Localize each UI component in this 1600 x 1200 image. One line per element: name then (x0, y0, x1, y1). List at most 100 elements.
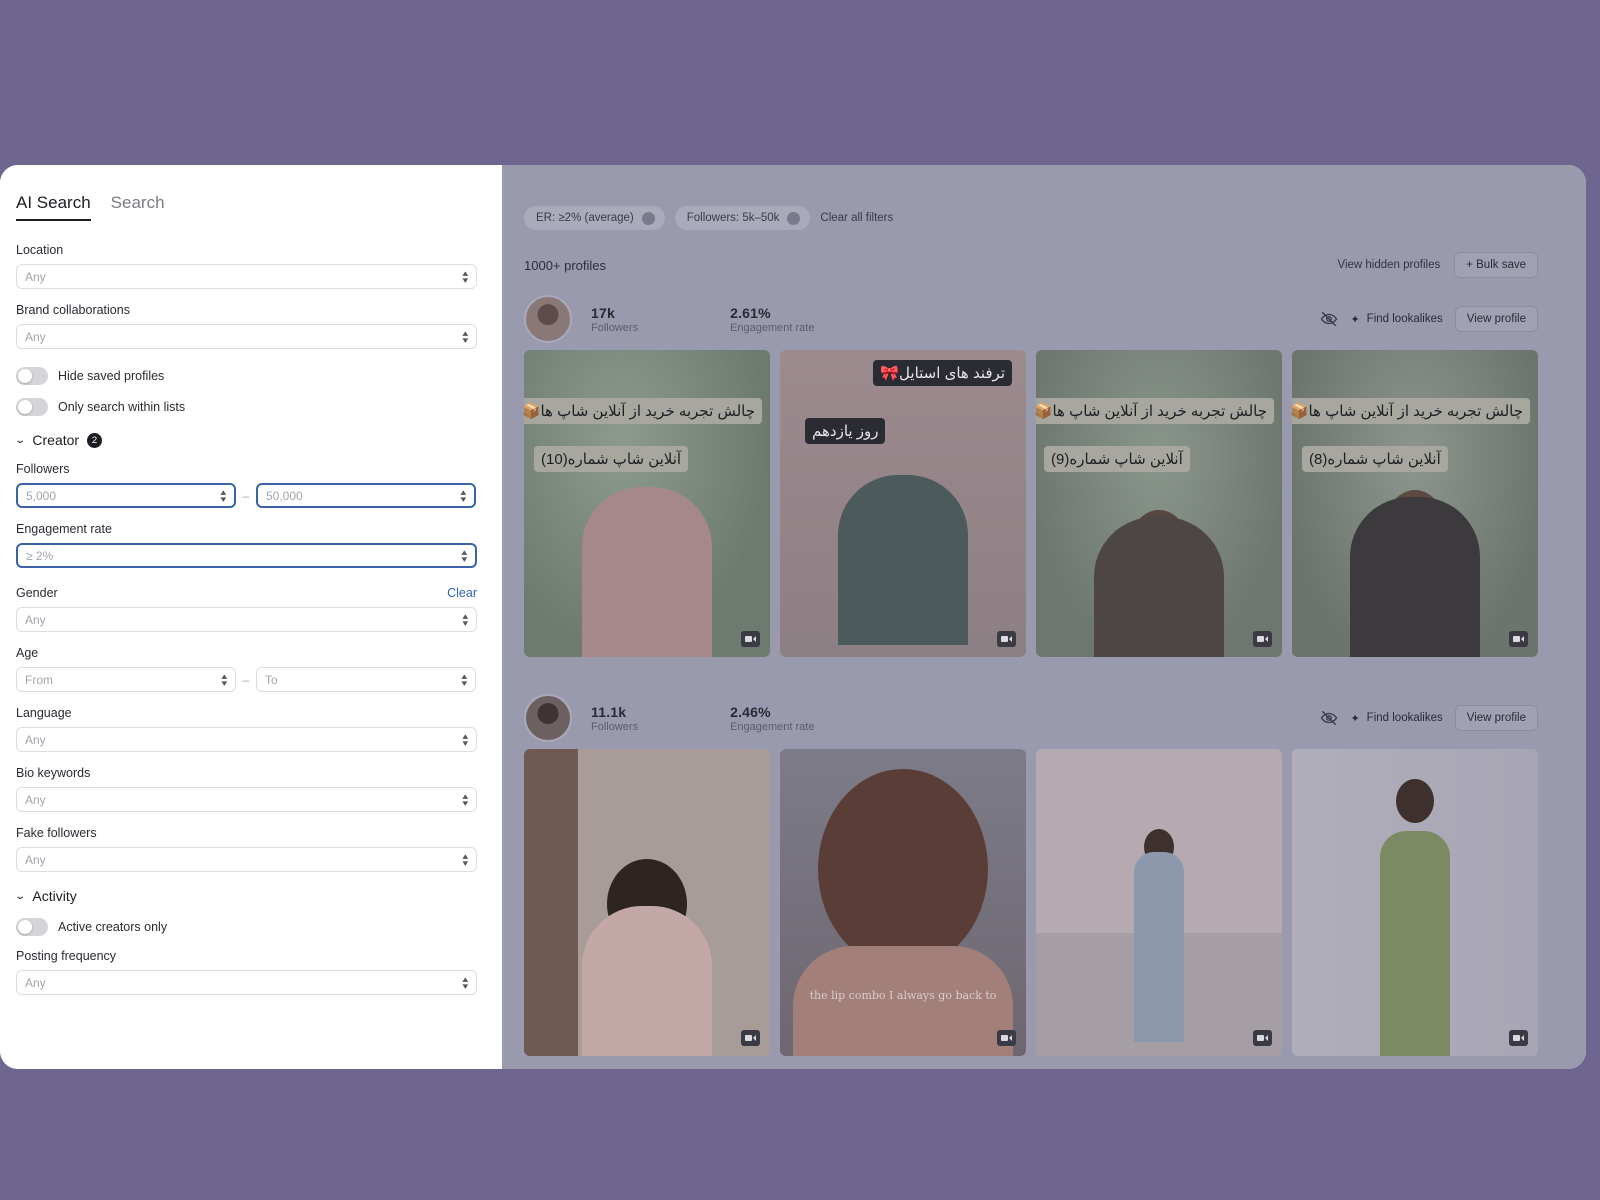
results-panel: ER: ≥2% (average) Followers: 5k–50k Clea… (502, 165, 1586, 1069)
post-grid: چالش تجربه خرید از آنلاین شاپ ها📦🛍️ آنلا… (524, 350, 1538, 657)
post-thumbnail[interactable]: ترفند های استایل🎀 روز یازدهم (780, 350, 1026, 657)
select-arrows-icon: ▴ ▾ (462, 850, 469, 868)
video-icon (741, 631, 760, 647)
post-thumbnail[interactable]: چالش تجربه خرید از آنلاین شاپ ها📦🛍️ آنلا… (1292, 350, 1538, 657)
bio-keywords-select[interactable]: Any ▴ ▾ (16, 787, 477, 812)
creator-section-header[interactable]: ⌄ Creator 2 (14, 432, 477, 448)
post-overlay-text: روز یازدهم (805, 418, 886, 444)
clear-all-filters-link[interactable]: Clear all filters (820, 212, 893, 224)
posting-frequency-select[interactable]: Any ▴ ▾ (16, 970, 477, 995)
filter-chip-followers[interactable]: Followers: 5k–50k (674, 206, 811, 230)
engagement-rate-select[interactable]: ≥ 2% ▴ ▾ (16, 543, 477, 568)
followers-from-value: 5,000 (26, 488, 57, 503)
post-thumbnail[interactable]: چالش تجربه خرید از آنلاین شاپ ها📦🛍️ آنلا… (524, 350, 770, 657)
person-figure (1134, 852, 1184, 1042)
engagement-rate-value: ≥ 2% (26, 548, 54, 563)
find-lookalikes-label: Find lookalikes (1366, 712, 1443, 724)
active-filter-chips: ER: ≥2% (average) Followers: 5k–50k Clea… (524, 206, 1538, 230)
profile-header: 17k Followers 2.61% Engagement rate ✦ Fi… (524, 294, 1538, 344)
post-thumbnail[interactable] (524, 749, 770, 1056)
gender-select[interactable]: Any ▴ ▾ (16, 607, 477, 632)
followers-from-select[interactable]: 5,000 ▴ ▾ (16, 483, 236, 508)
gender-label-row: Gender Clear (16, 586, 477, 600)
engagement-label: Engagement rate (730, 720, 815, 733)
avatar[interactable] (524, 694, 572, 742)
profile-card: 17k Followers 2.61% Engagement rate ✦ Fi… (524, 294, 1538, 657)
person-figure (582, 487, 712, 657)
profile-card: 11.1k Followers 2.46% Engagement rate ✦ … (524, 693, 1538, 1056)
only-lists-toggle[interactable] (16, 398, 48, 416)
fake-followers-select[interactable]: Any ▴ ▾ (16, 847, 477, 872)
hide-profile-icon[interactable] (1320, 709, 1338, 727)
language-value: Any (25, 732, 46, 747)
location-select[interactable]: Any ▴ ▾ (16, 264, 477, 289)
active-creators-label: Active creators only (58, 920, 168, 934)
followers-label: Followers (591, 720, 639, 733)
tab-ai-search[interactable]: AI Search (16, 193, 91, 221)
hide-saved-toggle[interactable] (16, 367, 48, 385)
results-count: 1000+ profiles (524, 257, 607, 273)
brand-collaborations-select[interactable]: Any ▴ ▾ (16, 324, 477, 349)
filter-chip-er[interactable]: ER: ≥2% (average) (524, 206, 665, 230)
age-from-select[interactable]: From ▴ ▾ (16, 667, 236, 692)
profile-stats: 11.1k Followers 2.46% Engagement rate (524, 694, 906, 742)
age-range: From ▴ ▾ – To ▴ ▾ (16, 667, 477, 692)
post-overlay-text: چالش تجربه خرید از آنلاین شاپ ها📦🛍️ (1036, 398, 1274, 424)
post-grid: the lip combo I always go back to (524, 749, 1538, 1056)
select-arrows-icon: ▴ ▾ (462, 327, 469, 345)
post-thumbnail[interactable] (1292, 749, 1538, 1056)
fake-followers-label: Fake followers (16, 826, 97, 840)
engagement-stat: 2.46% Engagement rate (730, 704, 814, 733)
posting-frequency-field: Posting frequency Any ▴ ▾ (16, 949, 477, 995)
select-arrows-icon: ▴ ▾ (220, 486, 227, 504)
tab-search[interactable]: Search (111, 193, 165, 221)
filter-chip-label: ER: ≥2% (average) (536, 212, 634, 224)
age-label: Age (16, 646, 39, 660)
post-overlay-text: ترفند های استایل🎀 (873, 360, 1012, 386)
profile-header: 11.1k Followers 2.46% Engagement rate ✦ … (524, 693, 1538, 743)
age-to-value: To (265, 672, 278, 687)
person-figure (582, 906, 712, 1056)
location-label: Location (16, 243, 64, 257)
person-figure (1380, 831, 1450, 1056)
search-tabs: AI Search Search (16, 193, 477, 221)
find-lookalikes-button[interactable]: ✦ Find lookalikes (1350, 313, 1442, 326)
remove-chip-icon[interactable] (641, 211, 655, 225)
engagement-stat: 2.61% Engagement rate (730, 305, 814, 334)
activity-section-header[interactable]: ⌄ Activity (14, 888, 477, 904)
video-icon (1509, 631, 1528, 647)
profile-actions: ✦ Find lookalikes View profile (1320, 306, 1538, 332)
find-lookalikes-button[interactable]: ✦ Find lookalikes (1350, 712, 1442, 725)
select-arrows-icon: ▴ ▾ (462, 610, 469, 628)
followers-range: 5,000 ▴ ▾ – 50,000 ▴ ▾ (16, 483, 477, 508)
bulk-save-button[interactable]: + Bulk save (1454, 252, 1538, 278)
hide-profile-icon[interactable] (1320, 310, 1338, 328)
followers-to-value: 50,000 (266, 488, 303, 503)
find-lookalikes-label: Find lookalikes (1366, 313, 1443, 325)
hide-saved-label: Hide saved profiles (58, 369, 165, 383)
avatar[interactable] (524, 295, 572, 343)
select-arrows-icon: ▴ ▾ (461, 670, 468, 688)
followers-to-select[interactable]: 50,000 ▴ ▾ (256, 483, 476, 508)
language-select[interactable]: Any ▴ ▾ (16, 727, 477, 752)
location-field: Location Any ▴ ▾ (16, 243, 477, 289)
view-profile-button[interactable]: View profile (1454, 306, 1538, 332)
post-thumbnail[interactable]: چالش تجربه خرید از آنلاین شاپ ها📦🛍️ آنلا… (1036, 350, 1282, 657)
active-creators-toggle[interactable] (16, 918, 48, 936)
view-hidden-profiles-link[interactable]: View hidden profiles (1338, 259, 1441, 271)
brand-collaborations-field: Brand collaborations Any ▴ ▾ (16, 303, 477, 349)
followers-stat: 17k Followers (591, 305, 638, 334)
gender-clear-link[interactable]: Clear (447, 586, 477, 600)
remove-chip-icon[interactable] (787, 211, 801, 225)
range-dash: – (242, 488, 250, 503)
person-figure (818, 769, 988, 969)
age-to-select[interactable]: To ▴ ▾ (256, 667, 476, 692)
only-lists-label: Only search within lists (58, 400, 186, 414)
select-arrows-icon: ▴ ▾ (462, 973, 469, 991)
location-value: Any (25, 269, 46, 284)
post-thumbnail[interactable] (1036, 749, 1282, 1056)
video-icon (997, 631, 1016, 647)
view-profile-button[interactable]: View profile (1454, 705, 1538, 731)
post-thumbnail[interactable]: the lip combo I always go back to (780, 749, 1026, 1056)
gender-value: Any (25, 612, 46, 627)
